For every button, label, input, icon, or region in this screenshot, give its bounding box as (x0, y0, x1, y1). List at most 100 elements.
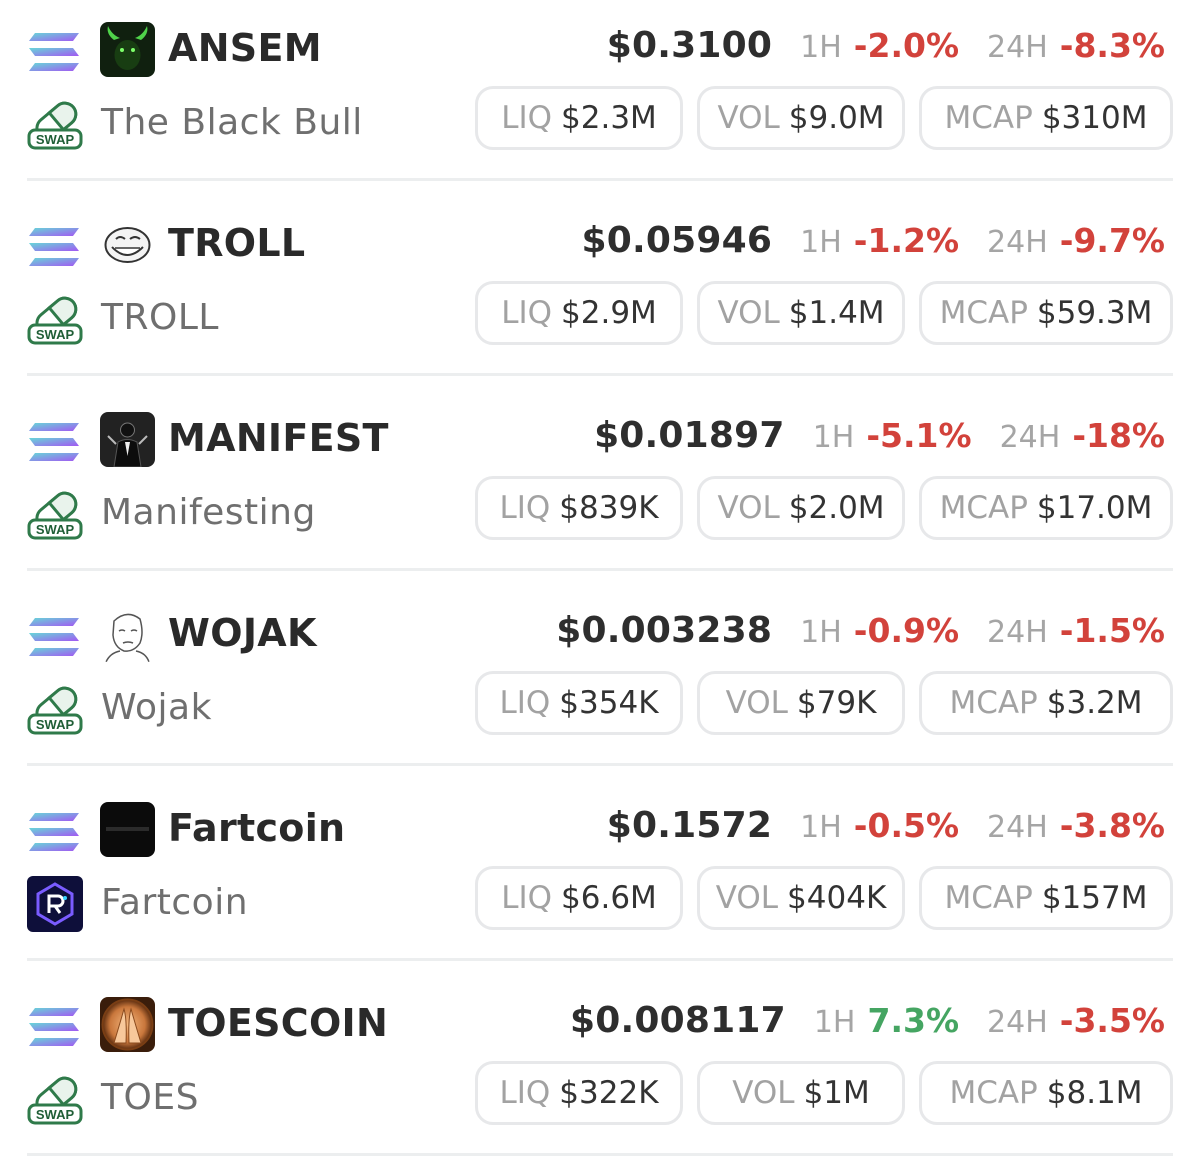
change-24h-label: 24H (999, 420, 1061, 455)
dex-label: SWAP (36, 132, 75, 147)
token-symbol: MANIFEST (168, 416, 389, 460)
change-1h-value: -5.1% (866, 416, 972, 455)
price-stats: $0.01897 1H -5.1% 24H -18% (594, 414, 1165, 460)
liq-value: $839K (559, 490, 659, 526)
liq-value: $322K (559, 1075, 659, 1111)
change-1h-label: 1H (812, 420, 855, 455)
solana-chain-icon (27, 31, 81, 73)
row-divider (27, 763, 1173, 766)
token-symbol: Fartcoin (168, 806, 346, 850)
vol-label: VOL (725, 685, 788, 721)
volume-pill: VOL $1.4M (697, 281, 905, 345)
change-1h-label: 1H (800, 225, 842, 260)
token-row[interactable]: MANIFEST SWAP Manifesting $0.01897 1H -5.1% 24… (0, 390, 1200, 585)
mcap-value: $157M (1041, 880, 1148, 916)
market-cap-pill: MCAP $310M (919, 86, 1173, 150)
token-symbol: ANSEM (168, 26, 322, 70)
market-cap-pill: MCAP $157M (919, 866, 1173, 930)
mcap-label: MCAP (949, 1075, 1038, 1111)
token-price: $0.3100 (606, 25, 773, 66)
token-row[interactable]: Fartcoin Fartcoin $0.1572 1H -0.5% 24H -3.8% LI… (0, 780, 1200, 975)
black-bull-icon (100, 22, 155, 77)
liquidity-pill: LIQ $2.9M (475, 281, 683, 345)
liq-value: $2.3M (561, 100, 657, 136)
liquidity-pill: LIQ $839K (475, 476, 683, 540)
token-symbol: WOJAK (168, 611, 317, 655)
pill-swap-icon: SWAP (27, 1071, 83, 1127)
liq-label: LIQ (499, 685, 551, 721)
change-24h-value: -8.3% (1059, 26, 1165, 65)
change-1h-value: -0.9% (853, 611, 960, 650)
mcap-value: $3.2M (1046, 685, 1143, 721)
token-symbol: TOESCOIN (168, 1001, 389, 1045)
liq-label: LIQ (499, 490, 551, 526)
row-divider (27, 373, 1173, 376)
change-1h-label: 1H (813, 1005, 856, 1040)
row-divider (27, 958, 1173, 961)
volume-pill: VOL $79K (697, 671, 905, 735)
liquidity-pill: LIQ $322K (475, 1061, 683, 1125)
volume-pill: VOL $2.0M (697, 476, 905, 540)
liquidity-pill: LIQ $354K (475, 671, 683, 735)
change-24h-value: -9.7% (1059, 221, 1165, 260)
liq-value: $2.9M (561, 295, 657, 331)
vol-value: $79K (796, 685, 877, 721)
token-name: TROLL (101, 297, 219, 338)
wojak-face-icon (100, 607, 155, 662)
change-24h-value: -1.5% (1059, 611, 1165, 650)
toes-logo-icon (100, 997, 155, 1052)
tuxedo-figure-icon (100, 412, 155, 467)
vol-value: $1.4M (788, 295, 885, 331)
market-cap-pill: MCAP $59.3M (919, 281, 1173, 345)
vol-label: VOL (717, 490, 780, 526)
mcap-label: MCAP (944, 100, 1033, 136)
vol-label: VOL (717, 295, 780, 331)
change-1h-label: 1H (800, 810, 842, 845)
change-24h-label: 24H (987, 30, 1048, 65)
vol-label: VOL (717, 100, 780, 136)
change-24h-value: -3.8% (1059, 806, 1165, 845)
token-list: ANSEM SWAP The Black Bull $0.3100 1H -2.0% 24H… (0, 0, 1200, 1169)
raydium-icon (27, 876, 83, 932)
token-price: $0.01897 (594, 415, 785, 456)
token-name: TOES (101, 1077, 199, 1118)
pill-swap-icon: SWAP (27, 681, 83, 737)
solana-chain-icon (27, 226, 81, 268)
dex-label: SWAP (36, 327, 75, 342)
liq-value: $354K (559, 685, 659, 721)
solana-chain-icon (27, 1006, 81, 1048)
liq-label: LIQ (501, 100, 553, 136)
change-24h-value: -18% (1072, 416, 1165, 455)
token-name: Wojak (101, 687, 212, 728)
vol-value: $404K (787, 880, 887, 916)
solana-chain-icon (27, 811, 81, 853)
change-1h-value: -0.5% (853, 806, 960, 845)
change-1h-value: -2.0% (853, 26, 960, 65)
change-1h-label: 1H (800, 615, 842, 650)
volume-pill: VOL $404K (697, 866, 905, 930)
vol-label: VOL (732, 1075, 795, 1111)
volume-pill: VOL $9.0M (697, 86, 905, 150)
change-1h-label: 1H (800, 30, 842, 65)
vol-label: VOL (715, 880, 779, 916)
solana-chain-icon (27, 421, 81, 463)
price-stats: $0.003238 1H -0.9% 24H -1.5% (556, 609, 1165, 655)
row-divider (27, 178, 1173, 181)
token-row[interactable]: TOESCOIN SWAP TOES $0.008117 1H 7.3% 24H -3.5% L… (0, 975, 1200, 1169)
mcap-value: $8.1M (1046, 1075, 1143, 1111)
change-24h-value: -3.5% (1059, 1001, 1165, 1040)
mcap-label: MCAP (939, 295, 1028, 331)
trollface-icon (100, 217, 155, 272)
change-24h-label: 24H (987, 225, 1048, 260)
token-name: Fartcoin (101, 882, 249, 923)
mcap-value: $59.3M (1036, 295, 1153, 331)
token-row[interactable]: ANSEM SWAP The Black Bull $0.3100 1H -2.0% 24H… (0, 0, 1200, 195)
token-row[interactable]: WOJAK SWAP Wojak $0.003238 1H -0.9% 24H -1.5% LI… (0, 585, 1200, 780)
row-divider (27, 1153, 1173, 1156)
change-24h-label: 24H (987, 810, 1048, 845)
token-row[interactable]: TROLL SWAP TROLL $0.05946 1H -1.2% 24H -9.7% LIQ… (0, 195, 1200, 390)
vol-value: $1M (803, 1075, 870, 1111)
token-name: Manifesting (101, 492, 316, 533)
liq-value: $6.6M (561, 880, 657, 916)
dex-label: SWAP (36, 1107, 75, 1122)
